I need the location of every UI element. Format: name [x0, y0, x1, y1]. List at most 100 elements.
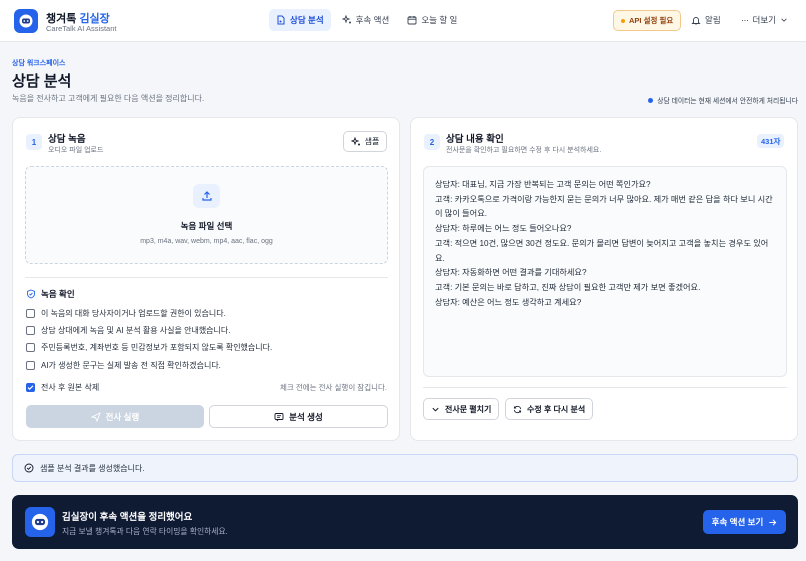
main-nav: 상담 분석 후속 액션 오늘 할 일 — [269, 9, 464, 31]
upload-title: 녹음 파일 선택 — [180, 221, 233, 231]
refresh-icon — [513, 405, 522, 413]
step-badge: 1 — [26, 134, 42, 150]
transcript-line: 상담자: 대표님, 지금 가장 반복되는 고객 문의는 어떤 쪽인가요? — [435, 180, 651, 189]
secure-note: 상담 데이터는 현재 세션에서 안전하게 처리됩니다 — [648, 95, 798, 105]
api-badge-label: API 설정 필요 — [629, 16, 674, 25]
check-circle-icon — [24, 463, 34, 473]
consent-check-ai-review[interactable]: AI가 생성한 문구는 실제 발송 전 직접 확인하겠습니다. — [26, 360, 221, 371]
transcript-line: 상담자: 예산은 어느 정도 생각하고 계세요? — [435, 297, 582, 307]
banner-logo — [25, 507, 55, 537]
page-title: 상담 분석 — [12, 73, 72, 90]
shield-check-icon — [27, 289, 35, 299]
page-description: 녹음을 전사하고 고객에게 필요한 다음 액션을 정리합니다. — [12, 94, 205, 103]
expand-label: 전사문 펼치기 — [445, 404, 492, 414]
recording-panel: 1 상담 녹음 오디오 파일 업로드 샘플 녹음 파일 선택 mp3, m4a,… — [12, 117, 400, 441]
nav-tab-label: 상담 분석 — [290, 15, 324, 25]
consent-check-notified[interactable]: 상담 상대에게 녹음 및 AI 분석 활용 사실을 안내했습니다. — [26, 325, 230, 336]
check-hint: 체크 전에는 전사 실행이 잠깁니다. — [279, 383, 387, 392]
app-header: 챙겨톡 김실장 CareTalk AI Assistant 상담 분석 후속 액… — [0, 0, 806, 42]
transcribe-button[interactable]: 전사 실행 — [26, 405, 204, 428]
view-follow-up-button[interactable]: 후속 액션 보기 — [703, 510, 786, 534]
more-menu-button[interactable]: ··· 더보기 — [741, 14, 788, 26]
generate-analysis-button[interactable]: 분석 생성 — [209, 405, 388, 428]
checkbox-checked[interactable] — [26, 383, 35, 392]
robot-logo-icon — [19, 14, 33, 28]
banner-title: 김실장이 후속 액션을 정리했어요 — [62, 512, 193, 523]
calendar-icon — [407, 16, 417, 25]
banner-subtitle: 지금 보낼 챙겨톡과 다음 연락 타이밍을 확인하세요. — [62, 527, 228, 536]
transcript-textarea[interactable]: 상담자: 대표님, 지금 가장 반복되는 고객 문의는 어떤 쪽인가요? 고객:… — [423, 166, 787, 377]
divider — [423, 387, 787, 388]
panel-subtitle: 오디오 파일 업로드 — [48, 147, 104, 154]
check-icon — [27, 385, 34, 391]
secure-note-text: 상담 데이터는 현재 세션에서 안전하게 처리됩니다 — [657, 98, 798, 105]
chevron-down-icon — [781, 18, 787, 22]
arrow-right-icon — [769, 518, 777, 526]
status-dot-icon — [648, 97, 654, 103]
nav-tab-follow-up[interactable]: 후속 액션 — [335, 9, 397, 31]
nav-tab-label: 후속 액션 — [355, 15, 390, 25]
panel-title: 상담 녹음 — [48, 134, 86, 145]
transcript-line: 고객: 카카오톡으로 가격이랑 가능한지 묻는 문의가 너무 많아요. 제가 매… — [435, 194, 773, 204]
more-label: 더보기 — [752, 15, 776, 25]
char-count-badge: 431자 — [757, 134, 785, 148]
panel-title: 상담 내용 확인 — [446, 134, 504, 145]
upload-icon-box — [193, 184, 220, 208]
ellipsis-icon: ··· — [741, 15, 749, 25]
checkbox-label: 이 녹음의 대화 당사자이거나 업로드할 권한이 있습니다. — [41, 309, 226, 318]
sample-button[interactable]: 샘플 — [343, 131, 387, 152]
checkbox[interactable] — [26, 309, 35, 318]
checkbox[interactable] — [26, 326, 35, 335]
consent-title: 녹음 확인 — [41, 289, 75, 299]
sparkle-icon — [350, 136, 360, 145]
nav-tab-today-tasks[interactable]: 오늘 할 일 — [400, 9, 464, 31]
upload-icon — [201, 191, 212, 201]
consent-check-permission[interactable]: 이 녹음의 대화 당사자이거나 업로드할 권한이 있습니다. — [26, 308, 226, 319]
chevron-down-icon — [432, 407, 439, 412]
message-icon — [274, 412, 284, 421]
follow-up-banner: 김실장이 후속 액션을 정리했어요 지금 보낼 챙겨톡과 다음 연락 타이밍을 … — [12, 495, 798, 549]
send-icon — [90, 411, 101, 422]
alerts-button[interactable]: 알림 — [691, 14, 721, 26]
transcribe-label: 전사 실행 — [105, 411, 140, 422]
warning-dot-icon — [621, 18, 625, 23]
reanalyze-button[interactable]: 수정 후 다시 분석 — [505, 398, 594, 420]
panel-subtitle: 전사문을 확인하고 필요하면 수정 후 다시 분석하세요. — [446, 147, 602, 154]
transcript-line: 고객: 적으면 10건, 많으면 30건 정도요. 문의가 몰리면 답변이 늦어… — [435, 238, 769, 248]
delete-original-toggle[interactable]: 전사 후 원본 삭제 — [26, 382, 99, 393]
brand-subtitle: CareTalk AI Assistant — [46, 24, 117, 33]
status-message: 샘플 분석 결과를 생성했습니다. — [12, 454, 798, 482]
robot-logo-icon — [31, 513, 49, 531]
sample-label: 샘플 — [364, 137, 380, 146]
transcript-line: 상담자: 하루에는 어느 정도 들어오나요? — [435, 224, 572, 234]
bell-icon — [691, 17, 701, 25]
reanalyze-label: 수정 후 다시 분석 — [527, 404, 586, 414]
checkbox-label: 상담 상대에게 녹음 및 AI 분석 활용 사실을 안내했습니다. — [41, 326, 231, 335]
transcript-line: 상담자: 자동화하면 어떤 결과를 기대하세요? — [435, 268, 587, 278]
transcript-panel: 2 상담 내용 확인 전사문을 확인하고 필요하면 수정 후 다시 분석하세요.… — [410, 117, 798, 441]
checkbox-label: AI가 생성한 문구는 실제 발송 전 직접 확인하겠습니다. — [41, 361, 221, 370]
view-follow-up-label: 후속 액션 보기 — [711, 517, 764, 527]
consent-heading: 녹음 확인 — [26, 288, 75, 300]
transcript-line: 고객: 기본 문의는 바로 답하고, 진짜 상담이 필요한 고객만 제가 보면 … — [435, 282, 701, 292]
nav-tab-label: 오늘 할 일 — [421, 15, 458, 25]
app-logo[interactable] — [14, 9, 38, 33]
status-text: 샘플 분석 결과를 생성했습니다. — [40, 463, 145, 473]
expand-transcript-button[interactable]: 전사문 펼치기 — [423, 398, 500, 420]
checkbox[interactable] — [26, 343, 35, 352]
transcript-line: 요. — [435, 253, 445, 263]
checkbox-label: 주민등록번호, 계좌번호 등 민감정보가 포함되지 않도록 확인했습니다. — [41, 343, 273, 352]
document-audio-icon — [277, 15, 285, 25]
api-settings-badge[interactable]: API 설정 필요 — [613, 10, 682, 31]
alerts-label: 알림 — [705, 15, 721, 25]
consent-check-sensitive-info[interactable]: 주민등록번호, 계좌번호 등 민감정보가 포함되지 않도록 확인했습니다. — [26, 342, 272, 353]
sparkle-icon — [341, 15, 351, 24]
nav-tab-consult-analysis[interactable]: 상담 분석 — [269, 9, 331, 31]
file-upload-dropzone[interactable]: 녹음 파일 선택 mp3, m4a, wav, webm, mp4, aac, … — [25, 166, 388, 264]
checkbox[interactable] — [26, 361, 35, 370]
breadcrumb: 상담 워크스페이스 — [12, 60, 66, 67]
checkbox-label: 전사 후 원본 삭제 — [41, 383, 100, 392]
step-badge: 2 — [424, 134, 440, 150]
transcript-line: 이 많이 들어요. — [435, 209, 488, 219]
divider — [25, 277, 388, 278]
